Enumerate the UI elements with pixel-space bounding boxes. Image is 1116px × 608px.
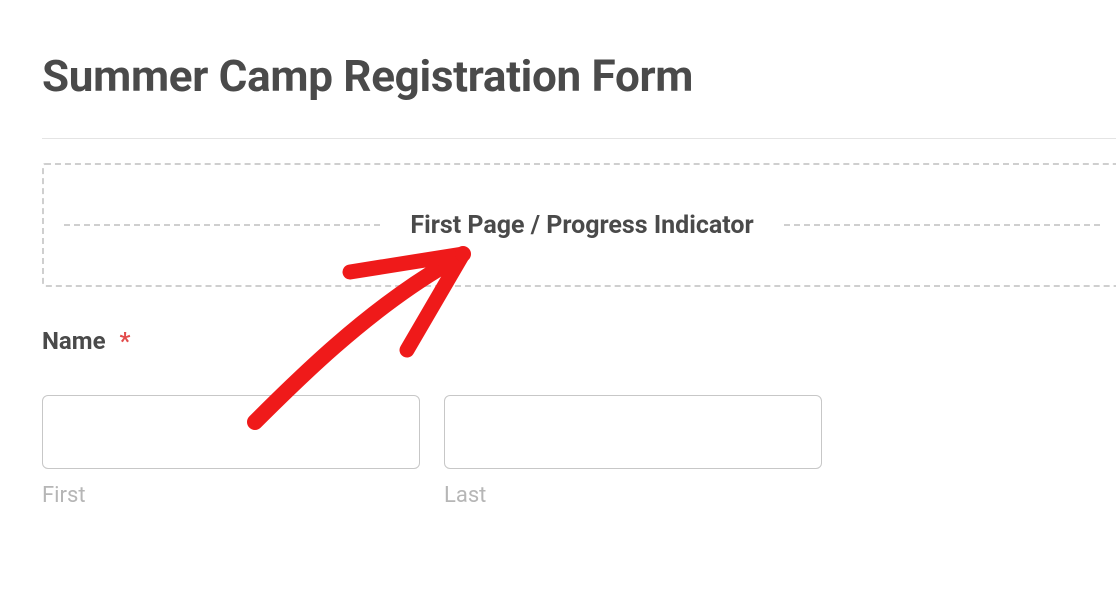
form-title: Summer Camp Registration Form — [42, 50, 1116, 102]
first-name-input[interactable] — [42, 395, 420, 469]
first-name-col: First — [42, 395, 420, 508]
page-indicator-label: First Page / Progress Indicator — [382, 211, 781, 240]
name-field-label-text: Name — [42, 327, 106, 355]
last-name-col: Last — [444, 395, 822, 508]
name-field: Name * First Last — [42, 327, 1116, 508]
name-inputs-row: First Last — [42, 395, 1116, 508]
first-name-sub-label: First — [42, 483, 420, 508]
required-asterisk: * — [120, 327, 131, 355]
page-indicator-block[interactable]: First Page / Progress Indicator — [42, 163, 1116, 287]
last-name-input[interactable] — [444, 395, 822, 469]
last-name-sub-label: Last — [444, 483, 822, 508]
title-divider — [42, 138, 1116, 139]
name-field-label: Name * — [42, 327, 1116, 355]
